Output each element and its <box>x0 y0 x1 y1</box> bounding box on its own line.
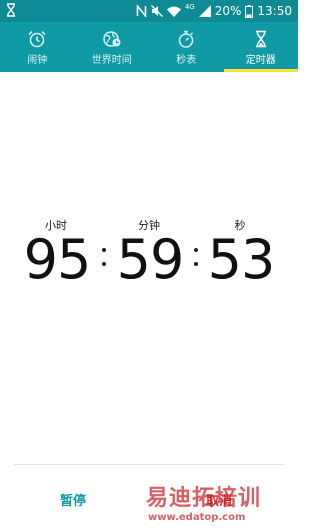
hourglass-icon <box>6 3 16 20</box>
cancel-button[interactable]: 取消 <box>198 486 240 513</box>
nfc-icon <box>136 5 147 17</box>
divider <box>14 464 284 465</box>
stopwatch-icon <box>176 30 196 52</box>
network-type: 4G <box>184 3 195 11</box>
tab-active-indicator <box>223 69 298 72</box>
hourglass-icon <box>251 30 271 52</box>
tab-indicator <box>0 69 75 72</box>
battery-icon <box>245 4 254 18</box>
alarm-clock-icon <box>27 30 47 52</box>
globe-clock-icon <box>102 30 122 52</box>
wifi-icon <box>166 6 181 17</box>
mute-icon <box>150 5 163 17</box>
tab-world-clock[interactable]: 世界时间 <box>75 22 150 72</box>
tab-label: 世界时间 <box>91 55 132 66</box>
watermark-url: www.edatop.com <box>148 512 246 523</box>
tab-stopwatch[interactable]: 秒表 <box>149 22 224 72</box>
status-icons: 4G 20% 13:50 <box>136 3 292 19</box>
battery-percent: 20% <box>214 4 242 18</box>
tab-alarm[interactable]: 闹钟 <box>0 22 75 72</box>
clock-time: 13:50 <box>257 4 292 18</box>
timer-screen: 4G 20% 13:50 闹钟 世界时间 秒表 定时器 小时 分钟 秒 95 5… <box>0 0 298 530</box>
hours-value: 95 <box>23 228 92 291</box>
minutes-seconds-separator <box>193 240 199 270</box>
seconds-value: 53 <box>207 228 276 291</box>
tab-timer[interactable]: 定时器 <box>223 22 298 72</box>
status-bar: 4G 20% 13:50 <box>0 0 298 22</box>
hours-minutes-separator <box>101 240 107 270</box>
tab-indicator <box>75 69 150 72</box>
tab-bar: 闹钟 世界时间 秒表 定时器 <box>0 22 298 72</box>
pause-button[interactable]: 暂停 <box>52 486 94 513</box>
tab-label: 秒表 <box>176 55 197 66</box>
signal-icon <box>198 5 211 17</box>
tab-label: 闹钟 <box>27 55 48 66</box>
tab-indicator <box>149 69 224 72</box>
minutes-value: 59 <box>116 228 185 291</box>
tab-label: 定时器 <box>245 55 276 66</box>
